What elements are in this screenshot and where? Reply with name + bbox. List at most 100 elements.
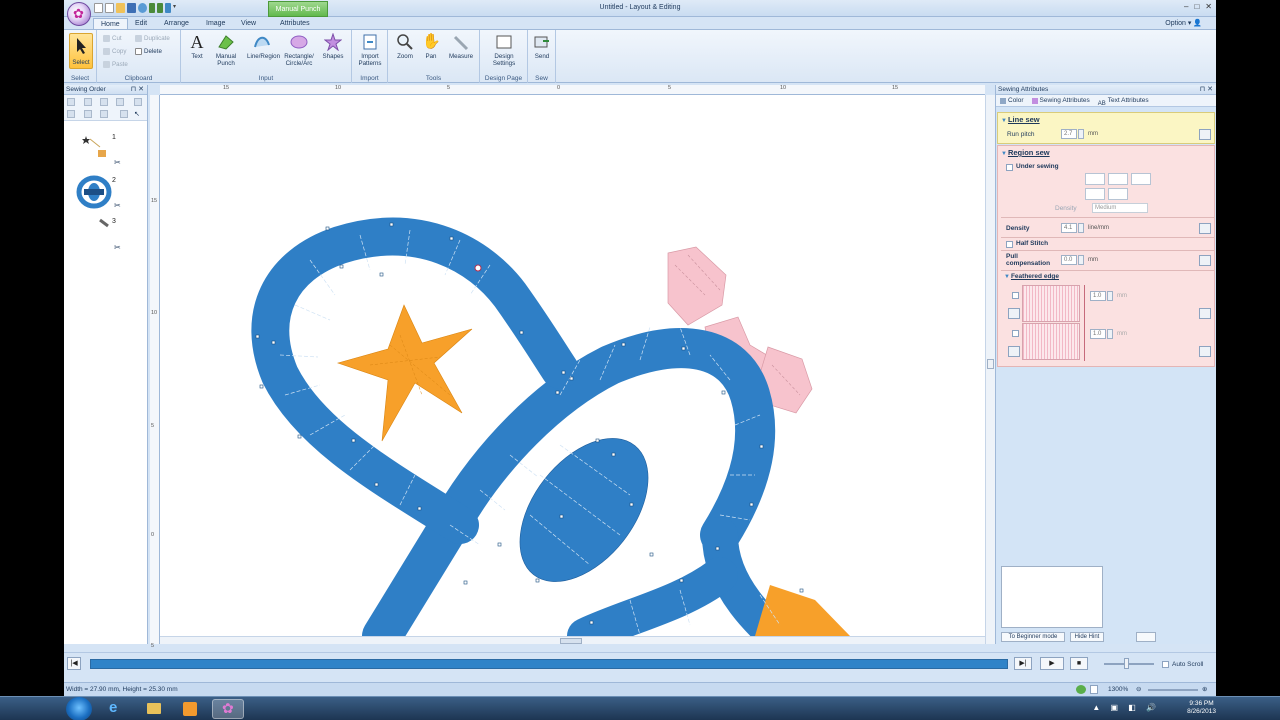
star-thumbnail-icon[interactable] xyxy=(80,133,110,161)
tab-text-attributes[interactable]: AB Text Attributes xyxy=(1098,95,1149,107)
start-button[interactable] xyxy=(66,697,92,720)
panel-close-icon[interactable]: ⊓ ✕ xyxy=(1200,85,1213,95)
lock-icon[interactable] xyxy=(116,98,124,106)
under-sewing-pattern-4[interactable] xyxy=(1085,188,1105,200)
pacifier-thumbnail-icon[interactable] xyxy=(76,175,112,209)
active-point-marker[interactable] xyxy=(474,264,482,272)
order-tool-icon[interactable] xyxy=(100,98,108,106)
cursor-icon[interactable]: ↖ xyxy=(134,110,142,118)
embroidery-app-taskbar-icon[interactable]: ✿ xyxy=(212,699,244,719)
feathered-edge-input-2[interactable]: 1.0 xyxy=(1090,329,1106,339)
orange-star-shape[interactable] xyxy=(336,304,473,442)
feathered-edge-title[interactable]: Feathered edge xyxy=(1004,273,1059,280)
panel-close-icon[interactable]: ⊓ ✕ xyxy=(131,85,144,95)
manual-punch-button[interactable]: Manual Punch xyxy=(213,33,239,67)
measure-button[interactable]: Measure xyxy=(446,33,476,60)
cut-button[interactable]: Cut xyxy=(103,35,122,42)
play-icon[interactable]: ▶ xyxy=(1040,657,1064,670)
feathered-edge-preview-icon-2[interactable] xyxy=(1008,346,1020,357)
stop-icon[interactable]: ■ xyxy=(1070,657,1088,670)
auto-scroll-checkbox[interactable] xyxy=(1162,661,1169,668)
order-tool-icon[interactable] xyxy=(67,98,75,106)
beginner-mode-button[interactable]: To Beginner mode xyxy=(1001,632,1065,642)
line-region-button[interactable]: Line/Region xyxy=(247,33,280,60)
embroidery-canvas[interactable] xyxy=(160,95,985,636)
send-button[interactable]: Send xyxy=(529,33,555,60)
stitch-progress-slider[interactable] xyxy=(90,659,1008,669)
delete-button[interactable]: Delete xyxy=(135,48,162,55)
text-button[interactable]: A Text xyxy=(184,33,210,60)
clock[interactable]: 9:36 PM 8/26/2013 xyxy=(1187,700,1216,716)
feathered-edge-input-1[interactable]: 1.0 xyxy=(1090,291,1106,301)
application-menu-button[interactable] xyxy=(67,2,91,26)
zoom-in-icon[interactable]: ⊕ xyxy=(1202,683,1207,696)
file-explorer-icon[interactable] xyxy=(138,699,170,719)
order-tool-icon[interactable] xyxy=(84,110,92,118)
density-spinner[interactable] xyxy=(1078,223,1084,233)
close-icon[interactable]: ✕ xyxy=(1205,2,1212,11)
select-button[interactable]: Select xyxy=(69,33,93,69)
shapes-button[interactable]: Shapes xyxy=(320,33,346,60)
feathered-edge-preview-icon-1[interactable] xyxy=(1008,308,1020,319)
import-patterns-button[interactable]: Import Patterns xyxy=(356,33,384,67)
zoom-fit-icon[interactable] xyxy=(1076,685,1086,694)
minimize-icon[interactable]: – xyxy=(1184,2,1188,11)
internet-explorer-icon[interactable]: e xyxy=(100,699,132,719)
scissors-icon[interactable] xyxy=(120,110,128,118)
bow-thumbnail-icon[interactable] xyxy=(98,218,110,228)
design-settings-button[interactable]: Design Settings xyxy=(489,33,519,67)
skip-end-icon[interactable]: ▶| xyxy=(1014,657,1032,670)
under-sewing-checkbox[interactable] xyxy=(1006,164,1013,171)
run-pitch-spinner[interactable] xyxy=(1078,129,1084,139)
speed-slider-thumb[interactable] xyxy=(1124,658,1129,669)
rectangle-circle-arc-button[interactable]: Rectangle/ Circle/Arc xyxy=(282,33,316,67)
paste-button[interactable]: Paste xyxy=(103,61,128,68)
maximize-icon[interactable]: □ xyxy=(1194,2,1199,11)
order-tool-icon[interactable] xyxy=(67,110,75,118)
under-sewing-density-select[interactable]: Medium xyxy=(1092,203,1148,213)
pull-compensation-input[interactable]: 0.0 xyxy=(1061,255,1077,265)
run-pitch-apply-icon[interactable] xyxy=(1199,129,1211,140)
feathered-edge-apply-icon-2[interactable] xyxy=(1199,346,1211,357)
horizontal-scroll-thumb[interactable] xyxy=(560,638,582,644)
media-player-icon[interactable] xyxy=(174,699,206,719)
order-tool-icon[interactable] xyxy=(100,110,108,118)
speed-slider[interactable] xyxy=(1104,663,1154,665)
rewind-start-icon[interactable]: |◀ xyxy=(67,657,81,670)
line-sew-title[interactable]: Line sew xyxy=(1001,115,1040,124)
order-tool-icon[interactable] xyxy=(134,98,142,106)
tab-color[interactable]: Color xyxy=(1000,95,1024,106)
vertical-scroll-thumb[interactable] xyxy=(987,359,994,369)
zoom-button[interactable]: Zoom xyxy=(392,33,418,60)
tab-sewing-attributes[interactable]: Sewing Attributes xyxy=(1031,95,1090,106)
under-sewing-pattern-1[interactable] xyxy=(1085,173,1105,185)
under-sewing-pattern-2[interactable] xyxy=(1108,173,1128,185)
hide-hint-button[interactable]: Hide Hint xyxy=(1070,632,1104,642)
pull-compensation-apply-icon[interactable] xyxy=(1199,255,1211,266)
duplicate-button[interactable]: Duplicate xyxy=(135,35,170,42)
density-apply-icon[interactable] xyxy=(1199,223,1211,234)
pull-compensation-spinner[interactable] xyxy=(1078,255,1084,265)
sewing-preview-button[interactable] xyxy=(1136,632,1156,642)
orange-handle-shape[interactable] xyxy=(755,585,850,636)
zoom-slider[interactable] xyxy=(1148,689,1198,691)
zoom-page-icon[interactable] xyxy=(1090,685,1098,694)
run-pitch-input[interactable]: 2.7 xyxy=(1061,129,1077,139)
region-sew-title[interactable]: Region sew xyxy=(1001,148,1050,157)
under-sewing-pattern-3[interactable] xyxy=(1131,173,1151,185)
feathered-edge-spinner-1[interactable] xyxy=(1107,291,1113,301)
order-tool-icon[interactable] xyxy=(84,98,92,106)
zoom-out-icon[interactable]: ⊖ xyxy=(1136,683,1141,696)
vertical-scrollbar[interactable] xyxy=(985,95,995,644)
feathered-edge-checkbox-2[interactable] xyxy=(1012,330,1019,337)
pan-button[interactable]: ✋ Pan xyxy=(418,33,444,60)
feathered-edge-apply-icon-1[interactable] xyxy=(1199,308,1211,319)
option-menu[interactable]: Option ▾ 👤 xyxy=(1165,19,1202,27)
half-stitch-checkbox[interactable] xyxy=(1006,241,1013,248)
feathered-edge-checkbox-1[interactable] xyxy=(1012,292,1019,299)
feathered-edge-spinner-2[interactable] xyxy=(1107,329,1113,339)
under-sewing-pattern-5[interactable] xyxy=(1108,188,1128,200)
horizontal-scrollbar[interactable] xyxy=(160,636,985,644)
density-input[interactable]: 4.1 xyxy=(1061,223,1077,233)
copy-button[interactable]: Copy xyxy=(103,48,126,55)
